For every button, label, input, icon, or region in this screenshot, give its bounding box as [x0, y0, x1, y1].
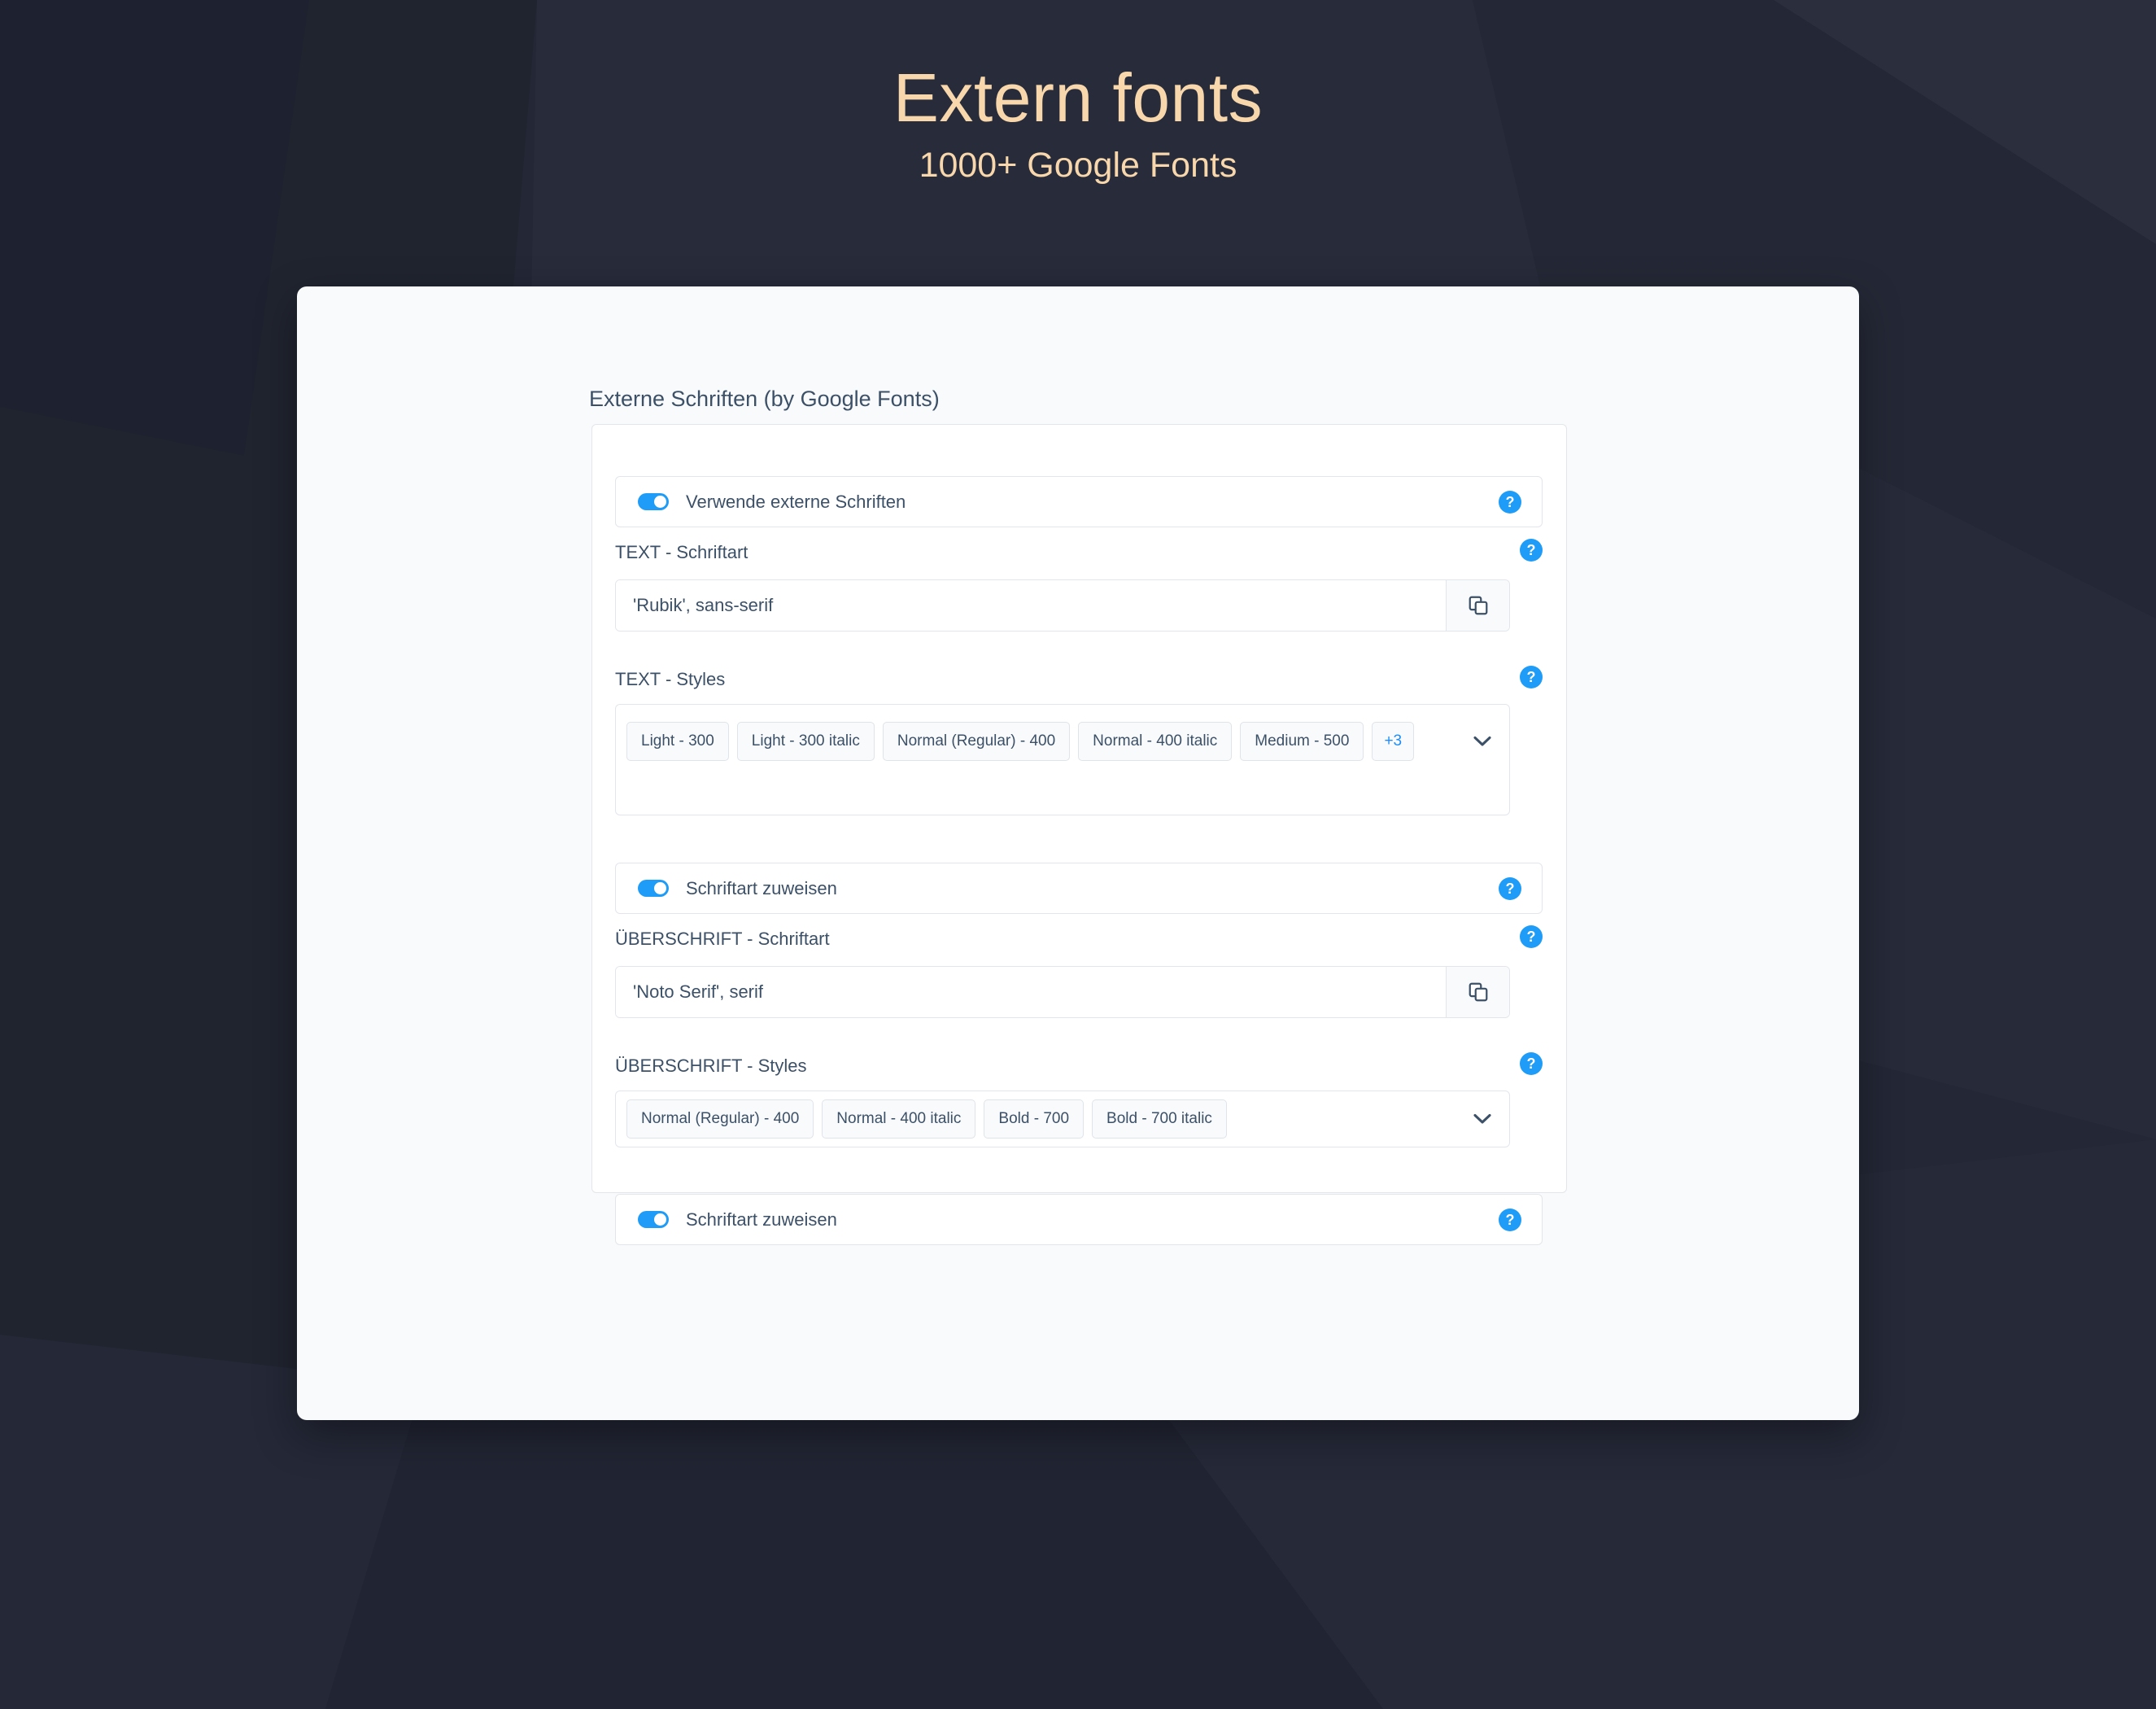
toggle-assign-font-text[interactable]	[638, 880, 669, 897]
toggle-use-external-fonts[interactable]	[638, 493, 669, 510]
copy-button-heading-font[interactable]	[1446, 967, 1509, 1017]
page-title: Extern fonts	[893, 59, 1263, 136]
chip-text-style[interactable]: Normal (Regular) - 400	[882, 722, 1071, 761]
help-icon-text-styles[interactable]: ?	[1520, 666, 1543, 688]
copy-button-text-font[interactable]	[1446, 580, 1509, 631]
input-heading-font[interactable]	[616, 967, 1446, 1017]
chevron-down-icon	[1473, 736, 1491, 746]
section-title: Externe Schriften (by Google Fonts)	[589, 387, 940, 411]
toggle-assign-font-heading[interactable]	[638, 1211, 669, 1228]
chip-heading-style[interactable]: Normal (Regular) - 400	[626, 1099, 814, 1139]
chevron-down-text-styles[interactable]	[1470, 732, 1495, 751]
toggle-knob	[654, 496, 666, 508]
chevron-down-heading-styles[interactable]	[1470, 1109, 1495, 1129]
chevron-down-icon	[1473, 1113, 1491, 1124]
chip-text-style[interactable]: Light - 300	[626, 722, 729, 761]
toggle-knob	[654, 882, 666, 894]
input-text-font[interactable]	[616, 580, 1446, 631]
chip-heading-style[interactable]: Bold - 700	[984, 1099, 1085, 1139]
chips-list-text-styles: Light - 300 Light - 300 italic Normal (R…	[626, 722, 1457, 761]
label-text-font: TEXT - Schriftart	[615, 542, 748, 562]
settings-card: Externe Schriften (by Google Fonts) Verw…	[297, 286, 1859, 1420]
field-heading-font: ÜBERSCHRIFT - Schriftart ?	[615, 925, 1543, 1018]
help-icon-text-font[interactable]: ?	[1520, 539, 1543, 562]
help-icon-assign-font-text[interactable]: ?	[1499, 877, 1521, 900]
settings-panel: Verwende externe Schriften ? TEXT - Schr…	[591, 424, 1567, 1245]
input-wrap-text-font	[615, 579, 1510, 632]
chip-text-style[interactable]: Normal - 400 italic	[1078, 722, 1233, 761]
help-icon-heading-font[interactable]: ?	[1520, 925, 1543, 948]
copy-icon	[1469, 982, 1487, 1002]
field-text-styles: TEXT - Styles ? Light - 300 Light - 300 …	[615, 666, 1543, 824]
help-icon-assign-font-heading[interactable]: ?	[1499, 1209, 1521, 1231]
label-heading-styles: ÜBERSCHRIFT - Styles	[615, 1056, 807, 1076]
chip-text-style[interactable]: Light - 300 italic	[736, 722, 875, 761]
field-text-font: TEXT - Schriftart ?	[615, 539, 1543, 632]
toggle-knob	[654, 1213, 666, 1226]
toggle-label-assign-font-text: Schriftart zuweisen	[686, 877, 837, 898]
toggle-label-assign-font-heading: Schriftart zuweisen	[686, 1209, 837, 1230]
label-heading-font: ÜBERSCHRIFT - Schriftart	[615, 929, 830, 949]
chips-box-text-styles[interactable]: Light - 300 Light - 300 italic Normal (R…	[615, 704, 1510, 815]
chips-box-heading-styles[interactable]: Normal (Regular) - 400 Normal - 400 ital…	[615, 1091, 1510, 1147]
chip-heading-style[interactable]: Normal - 400 italic	[822, 1099, 976, 1139]
chip-heading-style[interactable]: Bold - 700 italic	[1092, 1099, 1227, 1139]
chip-text-style[interactable]: Medium - 500	[1240, 722, 1364, 761]
chip-more-text-styles[interactable]: +3	[1372, 722, 1415, 761]
page-subtitle: 1000+ Google Fonts	[919, 146, 1237, 185]
row-assign-font-text[interactable]: Schriftart zuweisen ?	[615, 863, 1543, 914]
page-header: Extern fonts 1000+ Google Fonts	[0, 0, 2156, 183]
input-wrap-heading-font	[615, 966, 1510, 1018]
copy-icon	[1469, 596, 1487, 615]
chips-list-heading-styles: Normal (Regular) - 400 Normal - 400 ital…	[626, 1099, 1457, 1139]
toggle-label-use-external-fonts: Verwende externe Schriften	[686, 491, 906, 512]
row-use-external-fonts[interactable]: Verwende externe Schriften ?	[615, 476, 1543, 527]
label-text-styles: TEXT - Styles	[615, 669, 726, 689]
help-icon-heading-styles[interactable]: ?	[1520, 1052, 1543, 1075]
field-heading-styles: ÜBERSCHRIFT - Styles ? Normal (Regular) …	[615, 1052, 1543, 1153]
help-icon-use-external-fonts[interactable]: ?	[1499, 491, 1521, 514]
row-assign-font-heading[interactable]: Schriftart zuweisen ?	[615, 1194, 1543, 1245]
